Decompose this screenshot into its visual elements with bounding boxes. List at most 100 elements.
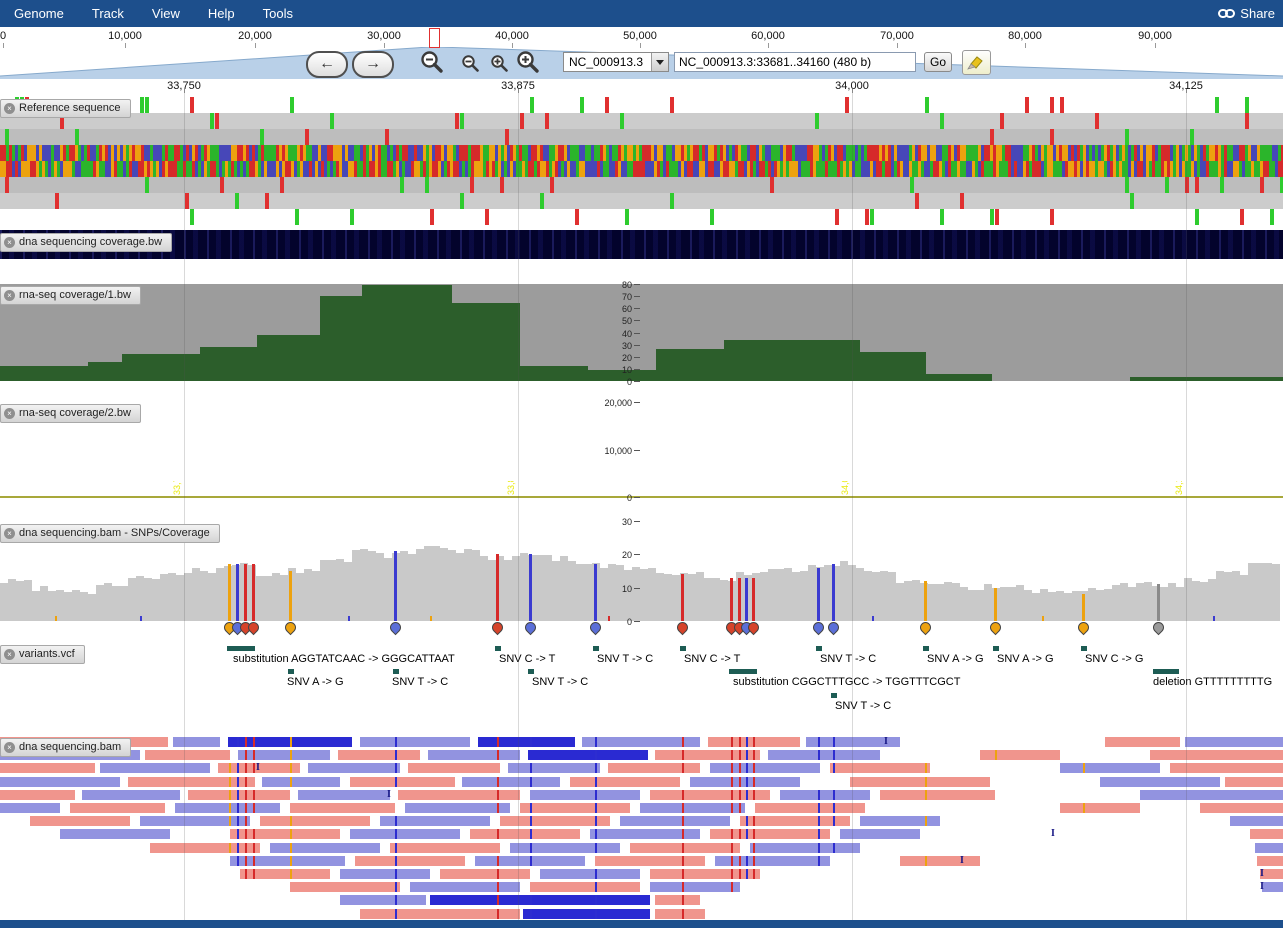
zoom-in-large-button[interactable]: [516, 50, 540, 79]
alignment-read[interactable]: [355, 856, 465, 866]
alignment-read[interactable]: [308, 763, 400, 773]
snp-bar[interactable]: [832, 564, 835, 621]
variant-pin[interactable]: [917, 619, 934, 636]
variant-pin[interactable]: [1075, 619, 1092, 636]
alignment-read[interactable]: [595, 856, 705, 866]
alignment-read[interactable]: [340, 895, 426, 905]
variant-label[interactable]: substitution CGGCTTTGCC -> TGGTTTCGCT: [733, 676, 960, 688]
variant-feature-bar[interactable]: [680, 646, 686, 651]
alignment-read[interactable]: [530, 882, 640, 892]
snp-bar[interactable]: [924, 581, 927, 621]
alignment-read[interactable]: [270, 843, 380, 853]
menu-item-genome[interactable]: Genome: [0, 0, 78, 27]
track-label-variants[interactable]: × variants.vcf: [0, 645, 85, 664]
zoom-out-button[interactable]: [461, 54, 479, 77]
alignment-read[interactable]: [1200, 803, 1283, 813]
alignment-read[interactable]: [0, 763, 95, 773]
menu-item-tools[interactable]: Tools: [249, 0, 307, 27]
snp-bar[interactable]: [817, 567, 820, 621]
variant-feature-bar[interactable]: [729, 669, 757, 674]
refseq-dropdown[interactable]: NC_000913.3: [563, 52, 669, 72]
alignment-read[interactable]: [650, 882, 740, 892]
alignment-read[interactable]: [262, 777, 340, 787]
alignment-read[interactable]: [850, 777, 990, 787]
alignment-read[interactable]: [570, 777, 680, 787]
alignment-read[interactable]: [1250, 829, 1283, 839]
alignment-read[interactable]: [620, 816, 730, 826]
highlight-button[interactable]: [962, 50, 991, 75]
snp-bar[interactable]: [529, 554, 532, 621]
alignment-read[interactable]: [430, 895, 650, 905]
alignment-read[interactable]: [1230, 816, 1283, 826]
alignment-read[interactable]: [390, 843, 500, 853]
variant-feature-bar[interactable]: [528, 669, 534, 674]
variant-label[interactable]: deletion GTTTTTTTTTG: [1153, 676, 1272, 688]
alignment-read[interactable]: [428, 750, 520, 760]
alignment-read[interactable]: [338, 750, 420, 760]
variant-feature-bar[interactable]: [1153, 669, 1179, 674]
snp-bar[interactable]: [228, 564, 231, 621]
alignment-read[interactable]: [750, 843, 860, 853]
alignment-read[interactable]: [340, 869, 430, 879]
alignment-read[interactable]: [60, 829, 170, 839]
alignment-read[interactable]: [650, 869, 760, 879]
track-label-dna-coverage[interactable]: × dna sequencing coverage.bw: [0, 233, 173, 252]
alignment-read[interactable]: [980, 750, 1060, 760]
variant-pin[interactable]: [282, 619, 299, 636]
alignment-read[interactable]: [1257, 856, 1283, 866]
snp-bar[interactable]: [496, 554, 499, 621]
variant-feature-bar[interactable]: [495, 646, 501, 651]
variant-feature-bar[interactable]: [227, 646, 255, 651]
alignment-read[interactable]: [655, 909, 705, 919]
track-label-alignments[interactable]: × dna sequencing.bam: [0, 738, 132, 757]
snp-bar[interactable]: [994, 587, 997, 621]
alignment-read[interactable]: [650, 790, 770, 800]
alignment-read[interactable]: [1105, 737, 1180, 747]
alignment-read[interactable]: [82, 790, 180, 800]
alignment-read[interactable]: [398, 790, 520, 800]
alignment-read[interactable]: [128, 777, 255, 787]
alignment-read[interactable]: [1140, 790, 1283, 800]
variant-pin[interactable]: [810, 619, 827, 636]
alignment-read[interactable]: [508, 763, 600, 773]
alignment-read[interactable]: [0, 803, 60, 813]
variant-label[interactable]: SNV T -> C: [835, 700, 891, 712]
track-label-rna-coverage-2[interactable]: × rna-seq coverage/2.bw: [0, 404, 141, 423]
close-track-icon[interactable]: ×: [4, 649, 15, 660]
alignment-read[interactable]: [470, 829, 580, 839]
variant-feature-bar[interactable]: [593, 646, 599, 651]
variant-feature-bar[interactable]: [288, 669, 294, 674]
alignment-read[interactable]: [1255, 843, 1283, 853]
forward-button[interactable]: →: [352, 51, 394, 78]
close-track-icon[interactable]: ×: [4, 290, 15, 301]
variant-feature-bar[interactable]: [993, 646, 999, 651]
alignment-read[interactable]: [230, 856, 345, 866]
alignment-read[interactable]: [530, 790, 640, 800]
variant-label[interactable]: SNV T -> C: [392, 676, 448, 688]
alignment-read[interactable]: [350, 829, 460, 839]
alignment-read[interactable]: [780, 790, 870, 800]
alignment-read[interactable]: [860, 816, 940, 826]
alignment-read[interactable]: [655, 750, 760, 760]
alignment-read[interactable]: [360, 909, 520, 919]
alignment-read[interactable]: [290, 803, 395, 813]
alignment-read[interactable]: [1150, 750, 1283, 760]
alignment-read[interactable]: [0, 777, 120, 787]
alignment-read[interactable]: [0, 790, 75, 800]
track-label-rna-coverage-1[interactable]: × rna-seq coverage/1.bw: [0, 286, 141, 305]
snp-bar[interactable]: [681, 574, 684, 621]
snp-bar[interactable]: [236, 564, 239, 621]
snp-bar[interactable]: [752, 577, 755, 621]
variant-feature-bar[interactable]: [816, 646, 822, 651]
alignment-read[interactable]: [528, 750, 648, 760]
alignment-read[interactable]: [290, 882, 400, 892]
snp-bar[interactable]: [244, 564, 247, 621]
alignment-read[interactable]: [608, 763, 700, 773]
alignment-read[interactable]: [405, 803, 510, 813]
alignment-read[interactable]: [1100, 777, 1220, 787]
alignment-read[interactable]: [500, 816, 610, 826]
overview-location-marker[interactable]: [429, 28, 440, 48]
variant-pin[interactable]: [1150, 619, 1167, 636]
alignment-read[interactable]: [1060, 803, 1140, 813]
variant-feature-bar[interactable]: [1081, 646, 1087, 651]
